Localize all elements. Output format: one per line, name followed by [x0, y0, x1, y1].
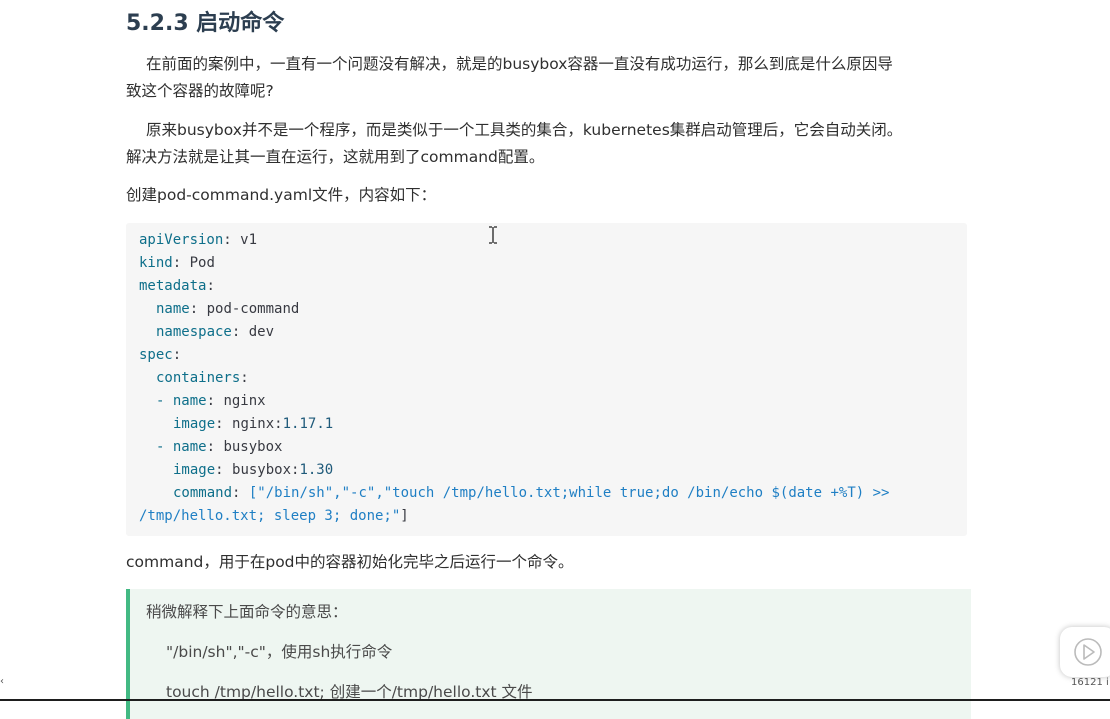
- arrow-left-icon[interactable]: ‹: [0, 676, 4, 687]
- quote-line: "/bin/sh","-c"，使用sh执行命令: [166, 643, 393, 661]
- yaml-code-block[interactable]: apiVersion: v1 kind: Pod metadata: name:…: [126, 223, 967, 536]
- code-line: containers:: [156, 370, 249, 386]
- code-line: spec:: [139, 347, 182, 363]
- code-line: - name: busybox: [156, 439, 283, 455]
- text-cursor-icon: [488, 226, 498, 244]
- code-line: apiVersion: v1: [139, 232, 258, 248]
- play-icon: [1074, 638, 1102, 666]
- code-line: namespace: dev: [156, 324, 275, 340]
- code-line: name: pod-command: [156, 301, 300, 317]
- intro-line-2: 致这个容器的故障呢?: [126, 82, 274, 100]
- quote-line: touch /tmp/hello.txt; 创建一个/tmp/hello.txt…: [166, 683, 533, 701]
- quote-line: 稍微解释下上面命令的意思：: [146, 603, 348, 621]
- code-line: kind: Pod: [139, 255, 215, 271]
- explanation-line-1: 原来busybox并不是一个程序，而是类似于一个工具类的集合，kubernete…: [146, 121, 903, 139]
- play-count: 16121 i: [1071, 677, 1109, 688]
- section-heading: 5.2.3 启动命令: [126, 11, 285, 36]
- code-line: image: busybox:1.30: [173, 462, 334, 478]
- code-line: metadata:: [139, 278, 215, 294]
- code-line: command: ["/bin/sh","-c","touch /tmp/hel…: [173, 485, 890, 501]
- code-line: image: nginx:1.17.1: [173, 416, 334, 432]
- intro-paragraph: 在前面的案例中，一直有一个问题没有解决，就是的busybox容器一直没有成功运行…: [126, 51, 961, 105]
- command-paragraph: command，用于在pod中的容器初始化完毕之后运行一个命令。: [126, 553, 574, 571]
- explanation-line-2: 解决方法就是让其一直在运行，这就用到了command配置。: [126, 148, 545, 166]
- intro-line-1: 在前面的案例中，一直有一个问题没有解决，就是的busybox容器一直没有成功运行…: [146, 55, 893, 73]
- code-line: - name: nginx: [156, 393, 266, 409]
- code-line: /tmp/hello.txt; sleep 3; done;"]: [139, 508, 409, 524]
- create-file-paragraph: 创建pod-command.yaml文件，内容如下：: [126, 186, 437, 204]
- explanation-paragraph: 原来busybox并不是一个程序，而是类似于一个工具类的集合，kubernete…: [126, 117, 961, 171]
- play-button[interactable]: [1060, 627, 1110, 677]
